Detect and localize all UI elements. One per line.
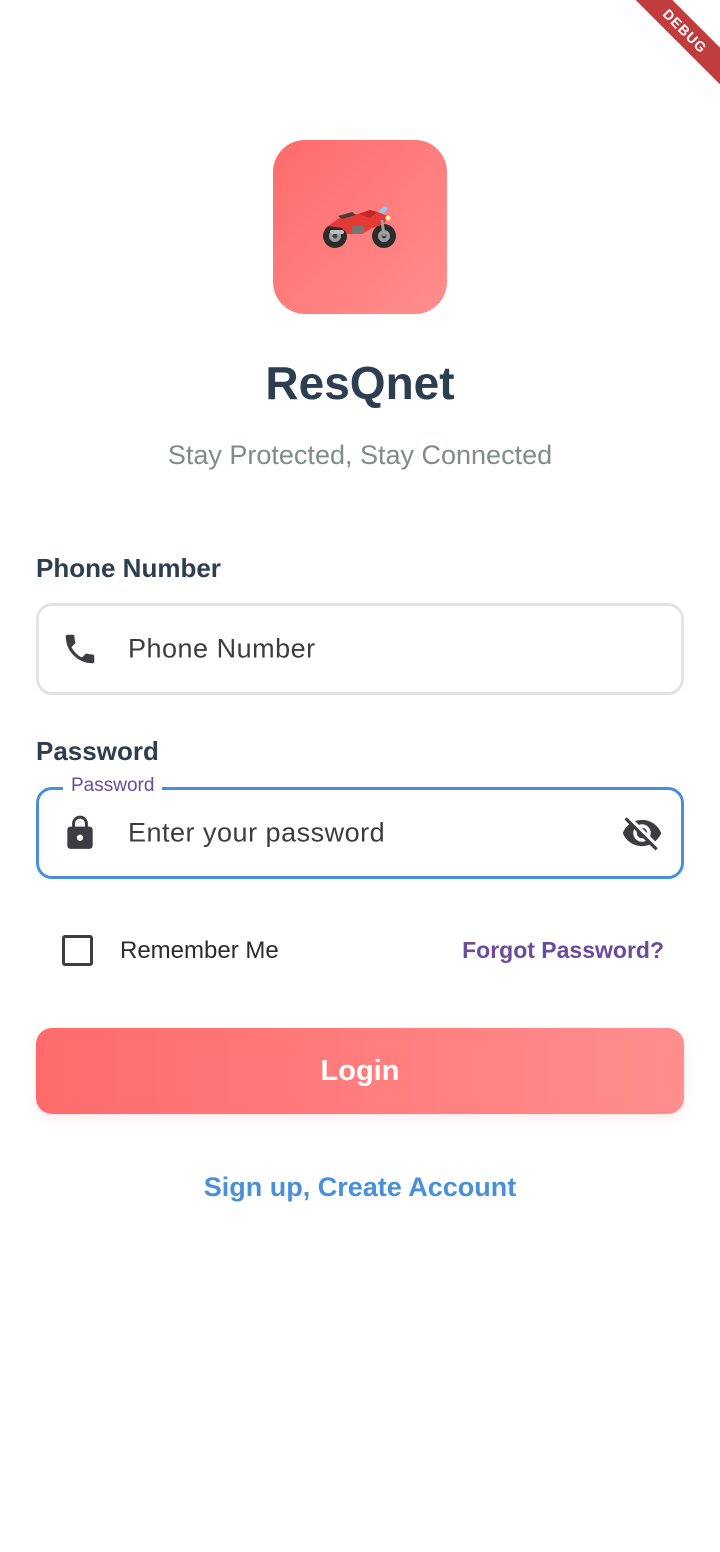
password-label: Password — [36, 736, 159, 766]
debug-banner: DEBUG — [622, 0, 720, 94]
lock-icon — [67, 815, 93, 849]
phone-icon — [65, 634, 95, 664]
remember-me-checkbox[interactable] — [62, 935, 93, 966]
app-logo — [273, 140, 447, 314]
remember-me-label: Remember Me — [120, 937, 279, 964]
forgot-password-link[interactable]: Forgot Password? — [462, 935, 664, 966]
password-input[interactable]: Password Enter your password — [36, 775, 684, 879]
password-floating-label: Password — [63, 775, 163, 797]
login-screen: DEBUG ResQnet Stay Protected, Stay Conne… — [0, 0, 720, 1552]
visibility-off-icon[interactable] — [621, 812, 663, 854]
phone-input[interactable]: Phone Number — [36, 603, 684, 695]
login-button[interactable]: Login — [36, 1028, 684, 1114]
app-title: ResQnet — [265, 357, 455, 409]
signup-link[interactable]: Sign up, Create Account — [0, 1172, 720, 1203]
phone-placeholder: Phone Number — [128, 633, 316, 664]
motorcycle-icon — [323, 206, 396, 248]
phone-label: Phone Number — [36, 553, 221, 583]
password-placeholder: Enter your password — [128, 817, 386, 848]
app-tagline: Stay Protected, Stay Connected — [167, 440, 553, 470]
